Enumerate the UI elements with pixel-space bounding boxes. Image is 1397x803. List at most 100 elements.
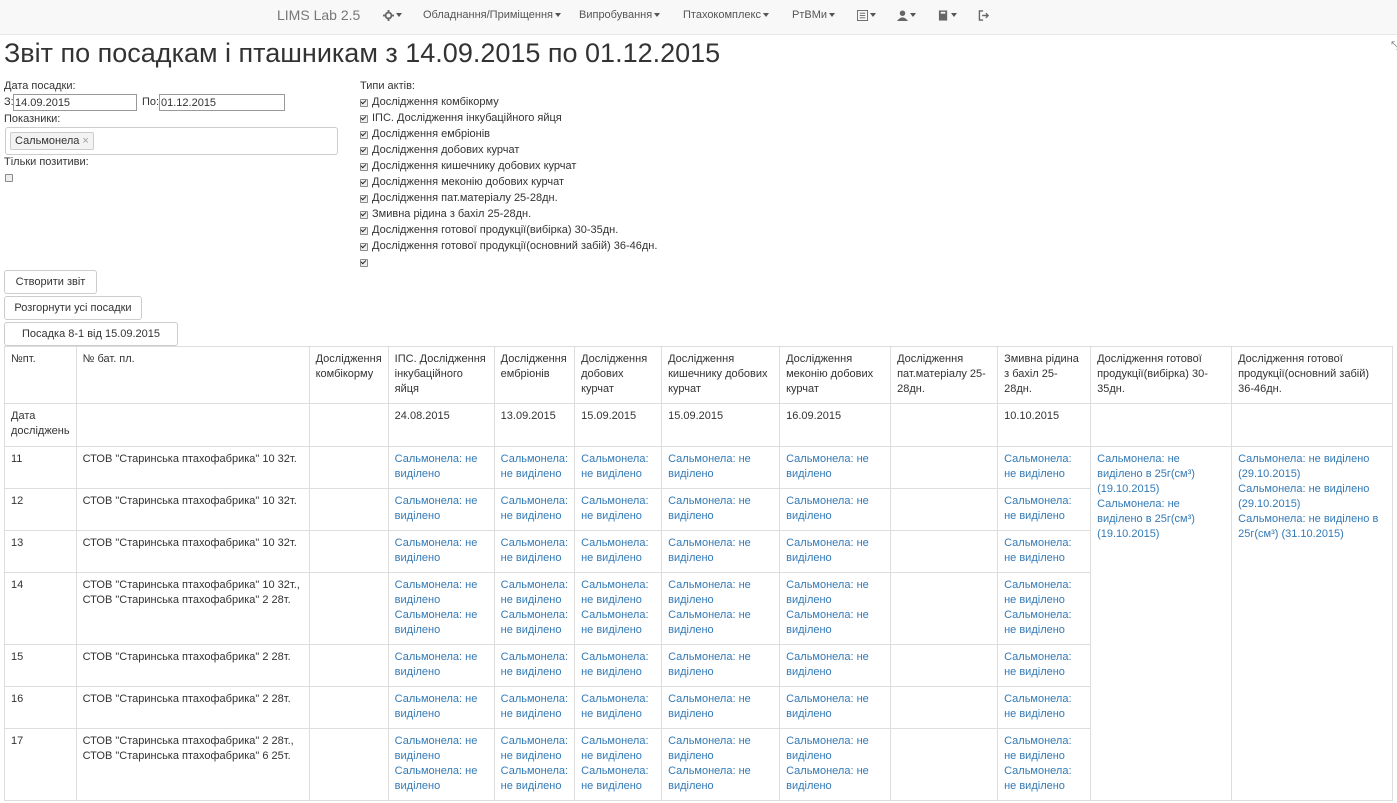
result-text[interactable]: Сальмонела: не виділено — [668, 578, 773, 608]
result-link[interactable]: Сальмонела: не виділено — [779, 530, 892, 573]
date-from-field[interactable] — [13, 94, 137, 111]
result-link[interactable]: Сальмонела: не виділено — [493, 446, 576, 489]
result-text[interactable]: Сальмонела: не виділено — [786, 494, 884, 524]
result-link[interactable]: Сальмонела: не виділено Сальмонела: не ви… — [997, 728, 1092, 801]
result-link[interactable]: Сальмонела: не виділено — [574, 530, 663, 573]
result-text[interactable]: Сальмонела: не виділено — [1004, 452, 1084, 482]
act-type-checkbox[interactable] — [360, 211, 368, 219]
result-text[interactable]: Сальмонела: не виділено — [1004, 692, 1084, 722]
act-type-checkbox[interactable] — [360, 147, 368, 155]
result-link[interactable]: Сальмонела: не виділено — [779, 446, 892, 489]
result-link[interactable]: Сальмонела: не виділено — [387, 446, 495, 489]
list-menu[interactable] — [857, 9, 876, 21]
result-text[interactable]: Сальмонела: не виділено в 25г(см³) (31.1… — [1238, 512, 1386, 542]
result-link[interactable]: Сальмонела: не виділено — [779, 488, 892, 531]
menu-rtvmy[interactable]: РтВМи — [792, 9, 836, 21]
act-type-checkbox[interactable] — [360, 259, 368, 267]
result-link[interactable]: Сальмонела: не виділено Сальмонела: не ви… — [779, 572, 892, 645]
result-link[interactable]: Сальмонела: не виділено — [493, 488, 576, 531]
act-type-checkbox[interactable] — [360, 115, 368, 123]
expand-all-button[interactable]: Розгорнути усі посадки — [4, 296, 142, 320]
act-type-checkbox[interactable] — [360, 179, 368, 187]
result-link[interactable]: Сальмонела: не виділено — [661, 530, 781, 573]
result-text[interactable]: Сальмонела: не виділено — [581, 452, 655, 482]
result-text[interactable]: Сальмонела: не виділено — [1004, 734, 1084, 764]
result-text[interactable]: Сальмонела: не виділено (29.10.2015) — [1238, 482, 1386, 512]
result-text[interactable]: Сальмонела: не виділено — [668, 650, 773, 680]
indicators-select[interactable]: Сальмонела × — [5, 127, 338, 155]
result-link[interactable]: Сальмонела: не виділено — [387, 686, 495, 729]
result-text[interactable]: Сальмонела: не виділено — [581, 692, 655, 722]
result-link[interactable]: Сальмонела: не виділено — [997, 446, 1092, 489]
result-text[interactable]: Сальмонела: не виділено — [668, 608, 773, 638]
result-link[interactable]: Сальмонела: не виділено — [493, 686, 576, 729]
result-link[interactable]: Сальмонела: не виділено — [574, 686, 663, 729]
result-text[interactable]: Сальмонела: не виділено — [668, 734, 773, 764]
result-link[interactable]: Сальмонела: не виділено — [997, 488, 1092, 531]
result-text[interactable]: Сальмонела: не виділено — [786, 764, 884, 794]
result-text[interactable]: Сальмонела: не виділено — [581, 734, 655, 764]
act-type-checkbox[interactable] — [360, 227, 368, 235]
result-text[interactable]: Сальмонела: не виділено — [581, 764, 655, 794]
result-link[interactable]: Сальмонела: не виділено — [387, 644, 495, 687]
result-text[interactable]: Сальмонела: не виділено — [501, 692, 568, 722]
result-text[interactable]: Сальмонела: не виділено — [786, 692, 884, 722]
result-link[interactable]: Сальмонела: не виділено — [661, 686, 781, 729]
result-text[interactable]: Сальмонела: не виділено — [1004, 494, 1084, 524]
result-text[interactable]: Сальмонела: не виділено — [1004, 536, 1084, 566]
result-text[interactable]: Сальмонела: не виділено — [395, 536, 488, 566]
menu-poultry[interactable]: Птахокомплекс — [683, 9, 769, 21]
menu-equipment[interactable]: Обладнання/Приміщення — [423, 9, 561, 21]
result-text[interactable]: Сальмонела: не виділено — [395, 608, 488, 638]
result-text[interactable]: Сальмонела: не виділено — [786, 578, 884, 608]
logout-button[interactable] — [978, 9, 990, 21]
result-text[interactable]: Сальмонела: не виділено — [668, 536, 773, 566]
result-text[interactable]: Сальмонела: не виділено — [1004, 608, 1084, 638]
result-link[interactable]: Сальмонела: не виділено — [493, 644, 576, 687]
act-type-checkbox[interactable] — [360, 99, 368, 107]
result-text[interactable]: Сальмонела: не виділено — [786, 608, 884, 638]
result-link[interactable]: Сальмонела: не виділено Сальмонела: не ви… — [387, 728, 495, 801]
result-text[interactable]: Сальмонела: не виділено — [501, 734, 568, 764]
result-text[interactable]: Сальмонела: не виділено в 25г(см³) (19.1… — [1097, 452, 1225, 497]
result-text[interactable]: Сальмонела: не виділено — [395, 692, 488, 722]
result-text[interactable]: Сальмонела: не виділено — [581, 494, 655, 524]
result-link[interactable]: Сальмонела: не виділено Сальмонела: не ви… — [493, 728, 576, 801]
result-text[interactable]: Сальмонела: не виділено — [1004, 650, 1084, 680]
result-link[interactable]: Сальмонела: не виділено — [493, 530, 576, 573]
result-link[interactable]: Сальмонела: не виділено Сальмонела: не ви… — [661, 728, 781, 801]
result-link[interactable]: Сальмонела: не виділено Сальмонела: не ви… — [997, 572, 1092, 645]
result-text[interactable]: Сальмонела: не виділено — [501, 452, 568, 482]
act-type-checkbox[interactable] — [360, 195, 368, 203]
result-text[interactable]: Сальмонела: не виділено — [395, 734, 488, 764]
result-text[interactable]: Сальмонела: не виділено — [786, 452, 884, 482]
result-link[interactable]: Сальмонела: не виділено — [574, 446, 663, 489]
result-link[interactable]: Сальмонела: не виділено — [387, 530, 495, 573]
result-text[interactable]: Сальмонела: не виділено — [668, 764, 773, 794]
result-text[interactable]: Сальмонела: не виділено — [395, 650, 488, 680]
result-text[interactable]: Сальмонела: не виділено — [501, 608, 568, 638]
result-text[interactable]: Сальмонела: не виділено — [501, 764, 568, 794]
result-link[interactable]: Сальмонела: не виділено — [661, 446, 781, 489]
result-text[interactable]: Сальмонела: не виділено — [668, 494, 773, 524]
result-text[interactable]: Сальмонела: не виділено в 25г(см³) (19.1… — [1097, 497, 1225, 542]
result-link[interactable]: Сальмонела: не виділено Сальмонела: не ви… — [574, 572, 663, 645]
result-text[interactable]: Сальмонела: не виділено — [395, 578, 488, 608]
result-link[interactable]: Сальмонела: не виділено — [779, 686, 892, 729]
slaughter-results-cell[interactable]: Сальмонела: не виділено (29.10.2015) Саль… — [1231, 446, 1394, 801]
date-to-field[interactable] — [159, 94, 285, 111]
result-text[interactable]: Сальмонела: не виділено — [581, 650, 655, 680]
menu-tests[interactable]: Випробування — [579, 9, 661, 21]
result-text[interactable]: Сальмонела: не виділено — [395, 452, 488, 482]
result-link[interactable]: Сальмонела: не виділено Сальмонела: не ви… — [661, 572, 781, 645]
result-text[interactable]: Сальмонела: не виділено — [786, 734, 884, 764]
result-text[interactable]: Сальмонела: не виділено — [501, 494, 568, 524]
result-link[interactable]: Сальмонела: не виділено — [574, 644, 663, 687]
result-link[interactable]: Сальмонела: не виділено — [997, 644, 1092, 687]
act-type-checkbox[interactable] — [360, 243, 368, 251]
result-text[interactable]: Сальмонела: не виділено — [786, 536, 884, 566]
result-text[interactable]: Сальмонела: не виділено — [1004, 764, 1084, 794]
create-report-button[interactable]: Створити звіт — [4, 270, 97, 294]
positives-checkbox[interactable] — [5, 174, 13, 182]
result-link[interactable]: Сальмонела: не виділено Сальмонела: не ви… — [493, 572, 576, 645]
